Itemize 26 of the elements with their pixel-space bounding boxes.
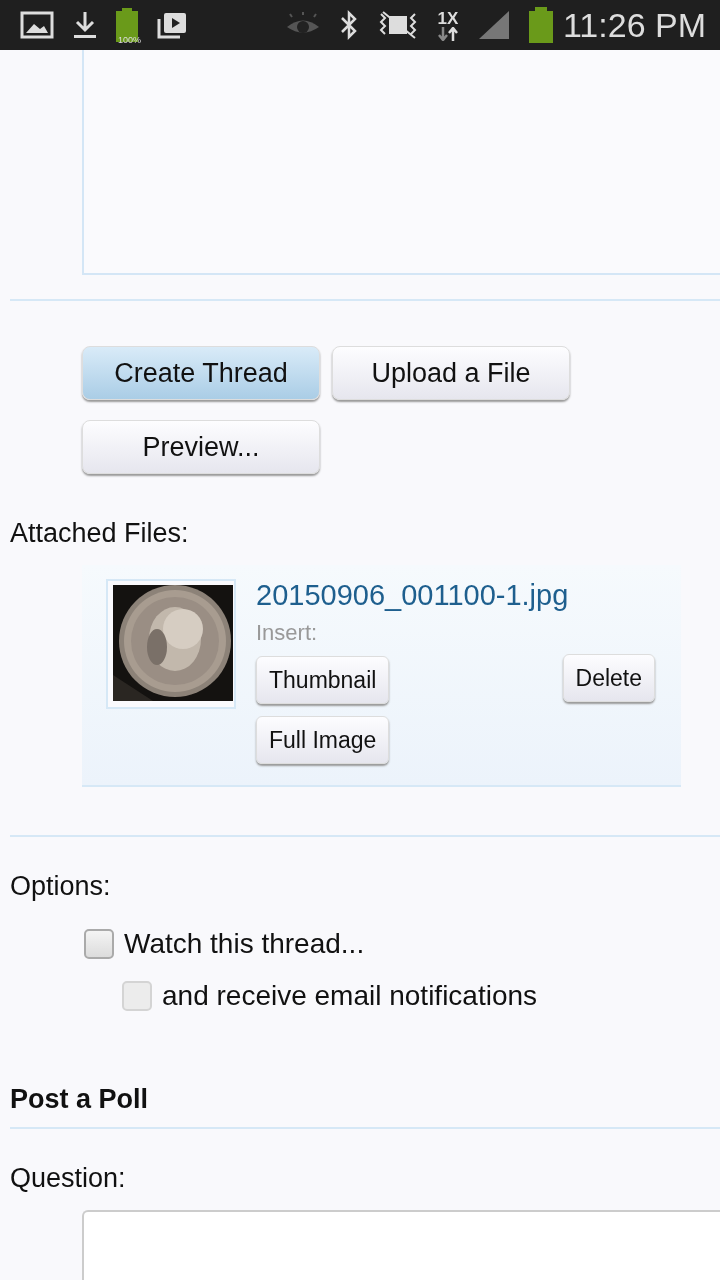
form-button[interactable]: Preview... xyxy=(82,420,320,474)
form-button[interactable]: Upload a File xyxy=(332,346,570,400)
delete-button[interactable]: Delete xyxy=(562,654,655,702)
download-icon xyxy=(72,10,98,40)
form-button[interactable]: Create Thread xyxy=(82,346,320,400)
status-time: 11:26 PM xyxy=(563,5,706,45)
insert-button[interactable]: Thumbnail xyxy=(256,656,390,704)
file-name-link[interactable]: 20150906_001100-1.jpg xyxy=(256,579,681,612)
insert-button[interactable]: Full Image xyxy=(256,716,390,764)
insert-label: Insert: xyxy=(256,620,319,646)
question-field[interactable] xyxy=(82,1210,720,1280)
data-arrows-icon xyxy=(437,26,459,41)
network-type-label: 1X xyxy=(437,9,459,27)
checkbox-label: and receive email notifications xyxy=(162,980,538,1012)
attached-files-label: Attached Files: xyxy=(10,518,190,549)
vibrate-mute-icon xyxy=(377,10,419,40)
signal-icon xyxy=(477,9,511,41)
image-icon xyxy=(20,11,54,39)
options-label: Options: xyxy=(10,871,112,902)
question-label: Question: xyxy=(10,1163,127,1194)
section-heading: Post a Poll xyxy=(10,1084,150,1115)
bluetooth-icon xyxy=(339,9,359,41)
message-text-area[interactable] xyxy=(82,50,720,275)
checkbox-label: Watch this thread... xyxy=(124,928,365,960)
battery-icon xyxy=(529,7,553,43)
checkbox[interactable] xyxy=(84,929,114,959)
